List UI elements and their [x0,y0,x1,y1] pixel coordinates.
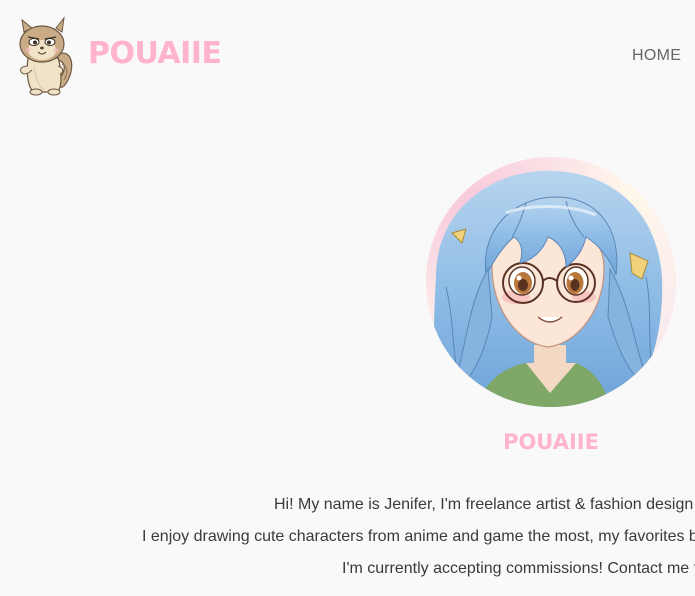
profile-name: POUAIIE [503,430,599,454]
page: POUAIIE HOME POUAIIE Hi! My name is Jeni… [0,0,695,596]
bio-line-commissions: I'm currently accepting commissions! Con… [342,560,695,577]
site-header: POUAIIE HOME [0,0,695,110]
nav-home-link[interactable]: HOME [632,46,681,66]
logo-mascot-icon[interactable] [14,14,76,96]
bio-line-interests: I enjoy drawing cute characters from ani… [142,528,695,545]
bio-line-intro: Hi! My name is Jenifer, I'm freelance ar… [274,496,695,513]
logo-text[interactable]: POUAIIE [88,34,222,74]
profile-avatar [426,157,676,407]
